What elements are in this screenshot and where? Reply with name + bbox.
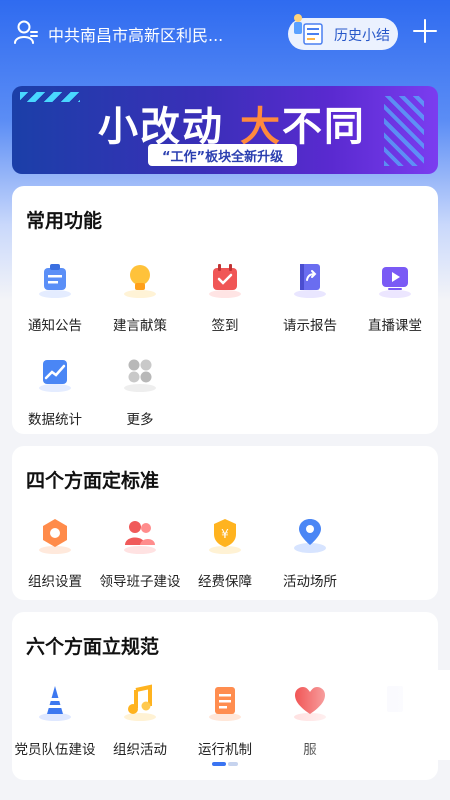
org-name[interactable]: 中共南昌市高新区利民...	[48, 22, 278, 46]
scroll-fade-overlay	[290, 670, 450, 760]
item-label: 请示报告	[283, 318, 337, 334]
banner-title-part3: 不同	[281, 103, 366, 150]
item-signin[interactable]: 签到	[182, 260, 268, 340]
page-indicator-active	[212, 762, 226, 766]
hexagon-nut-icon	[39, 519, 71, 554]
location-pin-icon	[294, 519, 326, 553]
page-indicator-inactive	[228, 762, 238, 766]
more-grid-icon	[124, 359, 156, 392]
item-label: 组织活动	[113, 742, 167, 758]
cone-icon	[39, 686, 71, 721]
four-standards-card: 四个方面定标准 组织设置 领导班子建设 ¥ 经费保障 活动场所	[12, 446, 438, 600]
item-statistics[interactable]: 数据统计	[12, 354, 98, 434]
history-person-icon	[294, 14, 323, 45]
item-label: 活动场所	[283, 574, 337, 590]
section-title: 常用功能	[26, 210, 103, 232]
item-suggestion[interactable]: 建言献策	[97, 260, 183, 340]
item-label: 建言献策	[113, 318, 167, 334]
report-share-icon	[294, 264, 326, 298]
item-org-setup[interactable]: 组织设置	[12, 516, 98, 596]
announcement-icon	[39, 264, 71, 298]
lightbulb-icon	[124, 265, 156, 298]
item-org-activity[interactable]: 组织活动	[97, 684, 183, 764]
item-mechanism[interactable]: 运行机制	[182, 684, 268, 764]
live-play-icon	[379, 267, 411, 298]
item-label: 通知公告	[28, 318, 82, 334]
item-label: 组织设置	[28, 574, 82, 590]
item-funding[interactable]: ¥ 经费保障	[182, 516, 268, 596]
chart-icon	[39, 360, 71, 392]
promo-banner[interactable]: 小改动 大不同 “工作”板块全新升级	[12, 86, 438, 174]
common-functions-card: 常用功能 通知公告 建言献策 签到 请示报告 直播课堂 数据统计 更多	[12, 186, 438, 434]
item-label: 直播课堂	[368, 318, 422, 334]
music-note-icon	[124, 684, 156, 721]
item-more[interactable]: 更多	[97, 354, 183, 434]
item-report[interactable]: 请示报告	[267, 260, 353, 340]
item-member-team[interactable]: 党员队伍建设	[12, 684, 98, 764]
section-title: 四个方面定标准	[26, 470, 160, 492]
item-label: 数据统计	[28, 412, 82, 428]
history-summary-button[interactable]: 历史小结	[288, 14, 398, 50]
item-venue[interactable]: 活动场所	[267, 516, 353, 596]
top-bar: 中共南昌市高新区利民... 历史小结	[0, 0, 450, 66]
add-icon[interactable]	[410, 16, 440, 46]
item-label: 领导班子建设	[99, 574, 181, 590]
banner-title-part1: 小改动	[98, 103, 224, 150]
section-title: 六个方面立规范	[26, 636, 160, 658]
document-icon	[209, 687, 241, 721]
team-icon	[124, 521, 156, 554]
item-leadership[interactable]: 领导班子建设	[97, 516, 183, 596]
calendar-check-icon	[209, 264, 241, 298]
user-icon[interactable]	[12, 18, 40, 46]
item-label: 经费保障	[198, 574, 252, 590]
banner-stripe-decoration	[20, 92, 80, 102]
item-notice[interactable]: 通知公告	[12, 260, 98, 340]
item-label: 运行机制	[198, 742, 252, 758]
banner-subtitle: “工作”板块全新升级	[148, 144, 298, 166]
item-label: 党员队伍建设	[14, 742, 96, 758]
item-label: 签到	[211, 318, 239, 334]
banner-pattern-decoration	[384, 96, 424, 166]
svg-text:¥: ¥	[221, 527, 229, 541]
history-summary-label: 历史小结	[334, 28, 390, 44]
item-label: 更多	[126, 412, 154, 428]
yuan-shield-icon: ¥	[209, 519, 241, 554]
banner-title-part2: 大	[239, 103, 282, 150]
item-live-class[interactable]: 直播课堂	[352, 260, 438, 340]
